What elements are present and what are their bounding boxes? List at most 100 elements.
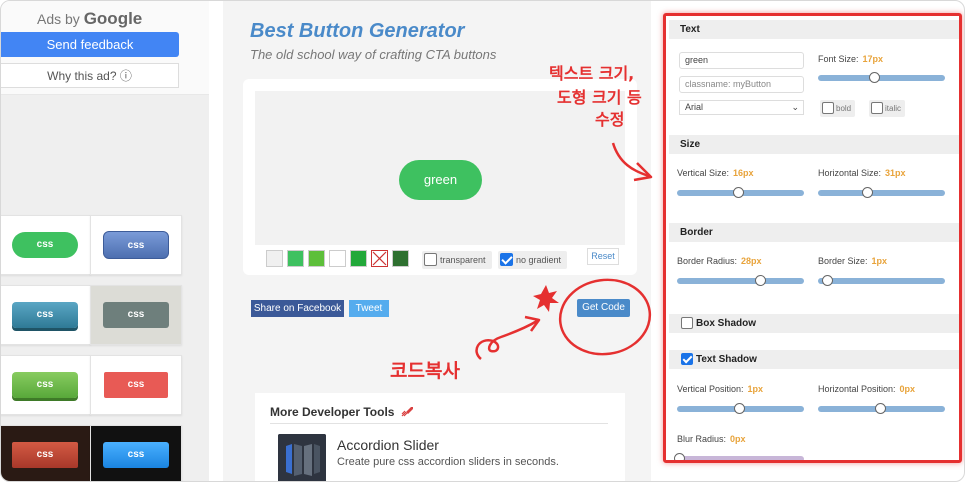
swatch-none-icon[interactable]	[371, 250, 388, 267]
shadow-vertical-label-text: Vertical Position:	[677, 384, 744, 394]
ad-box: Ads by Google Send feedback Why this ad?…	[1, 1, 209, 95]
thumb-css-button: css	[103, 442, 169, 468]
italic-toggle[interactable]: italic	[869, 100, 906, 117]
thumb-css-button: css	[104, 372, 168, 398]
thumb-css-button: css	[12, 232, 78, 258]
settings-panel: Text green classname: myButton Arial ⌄ F…	[669, 18, 960, 463]
divider	[270, 423, 608, 424]
horizontal-size-value: 31px	[885, 168, 906, 178]
font-size-value: 17px	[862, 54, 884, 64]
page-subtitle: The old school way of crafting CTA butto…	[250, 47, 497, 62]
google-logo-text: Google	[83, 9, 143, 28]
reset-button[interactable]: Reset	[587, 248, 619, 265]
share-facebook-button[interactable]: Share on Facebook	[251, 300, 344, 317]
no-gradient-checkbox[interactable]: no gradient	[498, 251, 568, 269]
copy-code-note: 코드복사	[390, 360, 460, 382]
vertical-size-slider[interactable]	[677, 187, 804, 198]
template-thumb-2[interactable]: css	[90, 215, 182, 275]
checkbox-checked	[500, 253, 513, 266]
swatch-green[interactable]	[287, 250, 304, 267]
slider-handle[interactable]	[755, 275, 766, 286]
shadow-vertical-value: 1px	[747, 384, 764, 394]
swatch-dark-green[interactable]	[350, 250, 367, 267]
tweet-button[interactable]: Tweet	[349, 300, 389, 317]
more-tools-heading: More Developer Tools	[270, 405, 414, 419]
transparent-label: transparent	[440, 255, 486, 265]
thumb-css-button: css	[12, 372, 78, 398]
classname-input[interactable]: classname: myButton	[679, 76, 804, 93]
border-size-slider[interactable]	[818, 275, 945, 286]
tool-description: Create pure css accordion sliders in sec…	[337, 456, 559, 468]
swatch-forest[interactable]	[392, 250, 409, 267]
slider-handle[interactable]	[734, 403, 745, 414]
template-thumb-6[interactable]: css	[90, 355, 182, 415]
border-size-label: Border Size: 1px	[818, 256, 887, 266]
template-thumb-1[interactable]: css	[1, 215, 91, 275]
horizontal-size-slider[interactable]	[818, 187, 945, 198]
more-tools-text: More Developer Tools	[270, 405, 395, 419]
shadow-vertical-slider[interactable]	[677, 403, 804, 414]
template-thumb-5[interactable]: css	[1, 355, 91, 415]
template-thumb-8[interactable]: css	[90, 425, 182, 481]
template-thumb-4[interactable]: css	[90, 285, 182, 345]
checkbox-box	[822, 102, 834, 114]
color-swatches	[263, 247, 411, 271]
border-size-label-text: Border Size:	[818, 256, 868, 266]
vertical-size-label-text: Vertical Size:	[677, 168, 730, 178]
why-this-ad-button[interactable]: Why this ad? ⓘ	[1, 63, 179, 88]
shadow-horizontal-slider[interactable]	[818, 403, 945, 414]
edit-note-line3: 수정	[595, 110, 625, 129]
section-border-heading: Border	[669, 223, 960, 242]
border-radius-label-text: Border Radius:	[677, 256, 738, 266]
border-radius-slider[interactable]	[677, 275, 804, 286]
shadow-vertical-label: Vertical Position: 1px	[677, 384, 763, 394]
bold-toggle[interactable]: bold	[820, 100, 856, 117]
transparent-checkbox[interactable]: transparent	[422, 251, 492, 269]
ads-by-label: Ads by Google	[37, 9, 142, 29]
slider-handle[interactable]	[822, 275, 833, 286]
page-title: Best Button Generator	[250, 20, 465, 42]
chevron-down-icon: ⌄	[791, 102, 799, 112]
template-thumb-7[interactable]: css	[1, 425, 91, 481]
swatch-light-gray[interactable]	[266, 250, 283, 267]
border-size-value: 1px	[871, 256, 888, 266]
thumb-css-button: css	[12, 442, 78, 468]
font-size-slider[interactable]	[818, 72, 945, 83]
section-size-heading: Size	[669, 135, 960, 154]
accordion-slider-image	[278, 434, 326, 481]
vertical-size-label: Vertical Size: 16px	[677, 168, 754, 178]
edit-note-line2: 도형 크기 등	[557, 88, 642, 107]
tool-title[interactable]: Accordion Slider	[337, 437, 439, 453]
box-shadow-toggle[interactable]: Box Shadow	[669, 314, 960, 333]
font-family-select[interactable]: Arial ⌄	[679, 100, 804, 115]
blur-radius-slider[interactable]	[674, 453, 804, 463]
shadow-horizontal-value: 0px	[899, 384, 916, 394]
ads-by-text: Ads by	[37, 11, 80, 27]
font-size-label: Font Size: 17px	[818, 54, 883, 64]
accordion-slider-thumbnail[interactable]	[278, 434, 326, 481]
vertical-size-value: 16px	[733, 168, 754, 178]
slider-handle[interactable]	[869, 72, 880, 83]
swatch-lime[interactable]	[308, 250, 325, 267]
template-thumb-3[interactable]: css	[1, 285, 91, 345]
thumb-css-button: css	[12, 302, 78, 328]
font-size-label-text: Font Size:	[818, 54, 859, 64]
swatch-white[interactable]	[329, 250, 346, 267]
text-value-input[interactable]: green	[679, 52, 804, 69]
section-text-heading: Text	[669, 20, 960, 39]
text-shadow-label: Text Shadow	[696, 354, 757, 365]
preview-button[interactable]: green	[399, 160, 482, 200]
get-code-button[interactable]: Get Code	[577, 299, 630, 317]
slider-handle[interactable]	[674, 453, 685, 463]
slider-handle[interactable]	[733, 187, 744, 198]
border-radius-value: 28px	[741, 256, 762, 266]
checkbox-box	[871, 102, 883, 114]
slider-handle[interactable]	[875, 403, 886, 414]
thumb-css-button: css	[103, 231, 169, 259]
horizontal-size-label: Horizontal Size: 31px	[818, 168, 906, 178]
send-feedback-button[interactable]: Send feedback	[1, 32, 179, 57]
blur-radius-value: 0px	[730, 434, 746, 444]
text-shadow-toggle[interactable]: Text Shadow	[669, 350, 960, 369]
horizontal-size-label-text: Horizontal Size:	[818, 168, 882, 178]
slider-handle[interactable]	[862, 187, 873, 198]
